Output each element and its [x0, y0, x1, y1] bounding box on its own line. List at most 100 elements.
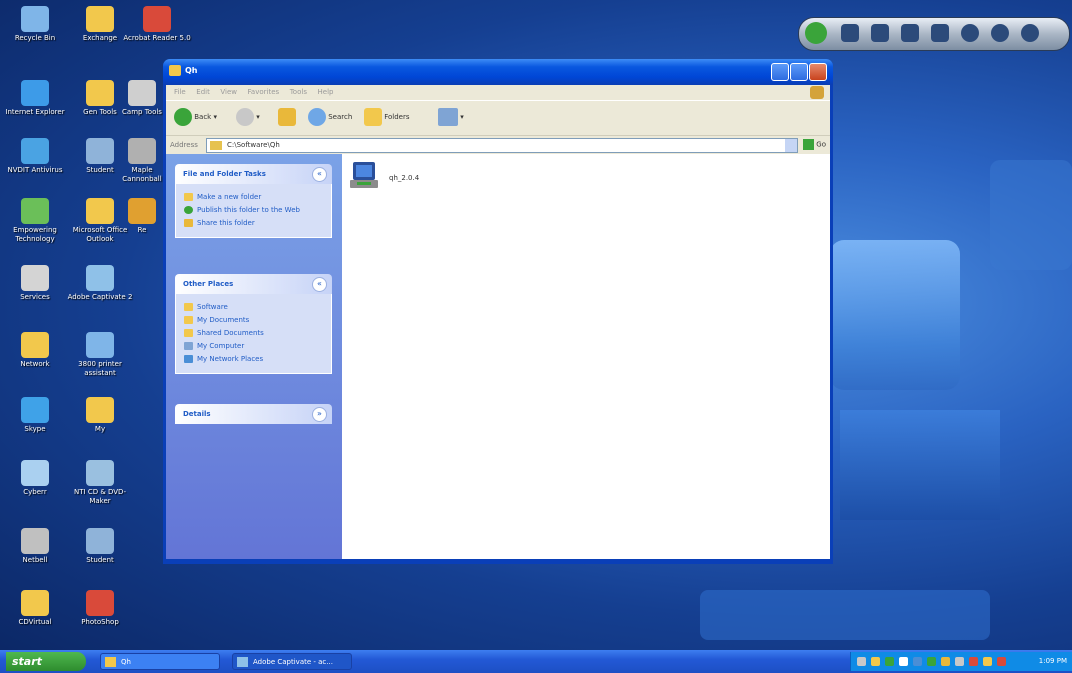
desktop-icon[interactable]: Empowering Technology [0, 198, 70, 244]
outlook-icon [86, 198, 114, 224]
tray-icon[interactable] [871, 657, 880, 666]
recycle-bin-icon [21, 6, 49, 32]
desktop-icon[interactable]: NVDIT Antivirus [0, 138, 70, 175]
start-button[interactable]: start [6, 652, 86, 671]
taskbar-button-captivate[interactable]: Adobe Captivate - ac... [232, 653, 352, 670]
menu-view[interactable]: View [220, 88, 237, 96]
desktop-icon[interactable]: Re [122, 198, 162, 235]
menu-favorites[interactable]: Favorites [248, 88, 280, 96]
desktop-icon[interactable]: Network [0, 332, 70, 369]
captivate-icon [237, 657, 248, 667]
desktop-icon[interactable]: Netbell [0, 528, 70, 565]
desktop-icon[interactable]: Adobe Captivate 2 [65, 265, 135, 302]
collapse-chevron-icon[interactable]: « [312, 167, 327, 182]
dock-button-icon[interactable] [931, 24, 949, 42]
address-dropdown-icon[interactable] [785, 139, 797, 152]
menu-bar: File Edit View Favorites Tools Help [166, 85, 830, 100]
captivate-icon [86, 265, 114, 291]
search-button[interactable]: Search [308, 108, 352, 126]
desktop-icon[interactable]: Cyberr [0, 460, 70, 497]
title-bar[interactable]: Qh [163, 59, 833, 85]
desktop-icon[interactable]: Acrobat Reader 5.0 [122, 6, 192, 43]
dock-button-icon[interactable] [841, 24, 859, 42]
tools-icon [128, 80, 156, 106]
clock[interactable]: 1:09 PM [1039, 657, 1067, 665]
forward-button[interactable]: ▾ [236, 108, 260, 126]
wallpaper-glow [990, 160, 1072, 270]
tray-icon[interactable] [983, 657, 992, 666]
tray-icon[interactable] [969, 657, 978, 666]
menu-edit[interactable]: Edit [196, 88, 210, 96]
tray-icon[interactable] [899, 657, 908, 666]
place-my-computer[interactable]: My Computer [184, 341, 323, 352]
settings-icon[interactable] [961, 24, 979, 42]
tray-icon[interactable] [941, 657, 950, 666]
skype-icon [21, 397, 49, 423]
views-button[interactable]: ▾ [438, 108, 464, 126]
wallpaper-glow [700, 590, 990, 640]
place-my-documents[interactable]: My Documents [184, 315, 323, 326]
folder-icon [210, 141, 222, 150]
close-button[interactable] [809, 63, 827, 81]
address-value: C:\Software\Qh [227, 141, 280, 149]
desktop-icon[interactable]: NTI CD & DVD-Maker [65, 460, 135, 506]
desktop-icon[interactable]: Recycle Bin [0, 6, 70, 43]
services-icon [21, 265, 49, 291]
photoshop-icon [86, 590, 114, 616]
network-icon [21, 332, 49, 358]
collapse-chevron-icon[interactable]: « [312, 277, 327, 292]
desktop-icon[interactable]: CDVirtual [0, 590, 70, 627]
dock-button-icon[interactable] [871, 24, 889, 42]
up-folder-button[interactable] [278, 108, 296, 126]
menu-file[interactable]: File [174, 88, 186, 96]
views-icon [438, 108, 458, 126]
system-tray: 1:09 PM [850, 652, 1072, 671]
file-list[interactable]: qh_2.0.4 [342, 154, 830, 559]
desktop-icon[interactable]: Camp Tools [122, 80, 162, 117]
maple-icon [128, 138, 156, 164]
desktop-icon[interactable]: 3800 printer assistant [65, 332, 135, 378]
gear-icon[interactable] [991, 24, 1009, 42]
desktop-icon[interactable]: Maple Cannonball [122, 138, 162, 184]
panel-header[interactable]: Other Places « [175, 274, 332, 294]
expand-chevron-icon[interactable]: » [312, 407, 327, 422]
desktop-icon[interactable]: Internet Explorer [0, 80, 70, 117]
details-panel: Details » [175, 404, 332, 424]
desktop-icon[interactable]: Student [65, 528, 135, 565]
minimize-button[interactable] [771, 63, 789, 81]
tray-icon[interactable] [857, 657, 866, 666]
desktop-icon[interactable]: PhotoShop [65, 590, 135, 627]
panel-header[interactable]: Details » [175, 404, 332, 424]
menu-tools[interactable]: Tools [290, 88, 307, 96]
desktop-icon[interactable]: Skype [0, 397, 70, 434]
folder-icon [21, 590, 49, 616]
place-shared-documents[interactable]: Shared Documents [184, 328, 323, 339]
task-publish-web[interactable]: Publish this folder to the Web [184, 205, 323, 216]
panel-body: Software My Documents Shared Documents M… [175, 294, 332, 374]
back-button[interactable]: Back ▾ [174, 108, 217, 126]
place-network-places[interactable]: My Network Places [184, 354, 323, 365]
tray-icon[interactable] [885, 657, 894, 666]
tray-icon[interactable] [927, 657, 936, 666]
tray-icon[interactable] [955, 657, 964, 666]
tray-icon[interactable] [913, 657, 922, 666]
close-dock-icon[interactable] [1021, 24, 1039, 42]
desktop-icon[interactable]: My [65, 397, 135, 434]
tray-icon[interactable] [997, 657, 1006, 666]
task-new-folder[interactable]: Make a new folder [184, 192, 323, 203]
taskbar-button-qh[interactable]: Qh [100, 653, 220, 670]
place-software[interactable]: Software [184, 302, 323, 313]
forward-arrow-icon [236, 108, 254, 126]
folders-button[interactable]: Folders [364, 108, 410, 126]
task-share-folder[interactable]: Share this folder [184, 218, 323, 229]
dock-button-icon[interactable] [901, 24, 919, 42]
menu-help[interactable]: Help [318, 88, 334, 96]
power-icon[interactable] [805, 22, 827, 44]
windows-logo-icon [810, 86, 824, 99]
go-button[interactable]: Go [803, 139, 826, 150]
desktop-icon[interactable]: Services [0, 265, 70, 302]
panel-header[interactable]: File and Folder Tasks « [175, 164, 332, 184]
address-input[interactable]: C:\Software\Qh [206, 138, 798, 153]
new-folder-icon [184, 193, 193, 201]
maximize-button[interactable] [790, 63, 808, 81]
